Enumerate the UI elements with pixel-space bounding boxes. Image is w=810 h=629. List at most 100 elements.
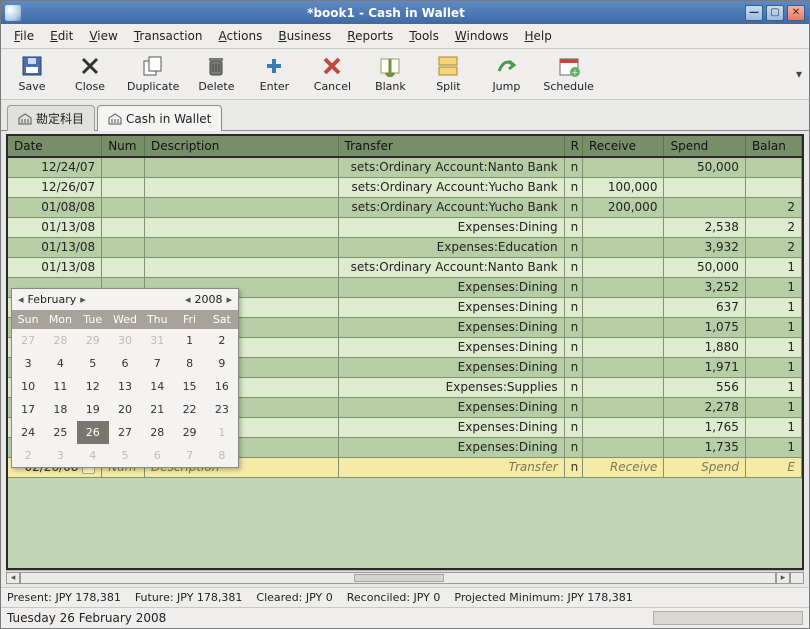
cell-balance[interactable]: 1 <box>745 377 801 397</box>
cell-receive[interactable] <box>582 437 663 457</box>
menu-transaction[interactable]: Transaction <box>127 27 210 45</box>
menu-help[interactable]: Help <box>517 27 558 45</box>
calendar-day[interactable]: 27 <box>12 329 44 352</box>
cell-spend[interactable]: 50,000 <box>664 257 745 277</box>
calendar-day[interactable]: 1 <box>206 421 238 444</box>
cell-spend[interactable]: 3,252 <box>664 277 745 297</box>
cell-num[interactable] <box>102 197 145 217</box>
cell-desc[interactable] <box>144 197 338 217</box>
menu-view[interactable]: View <box>82 27 124 45</box>
cell-transfer[interactable]: Expenses:Supplies <box>338 377 564 397</box>
calendar-day[interactable]: 23 <box>206 398 238 421</box>
split-button[interactable]: Split <box>419 51 477 97</box>
blank-button[interactable]: Blank <box>361 51 419 97</box>
col-receive[interactable]: Receive <box>582 136 663 157</box>
cell-receive[interactable] <box>582 337 663 357</box>
cell-receive[interactable] <box>582 377 663 397</box>
calendar-day[interactable]: 22 <box>173 398 205 421</box>
menu-tools[interactable]: Tools <box>402 27 446 45</box>
cell-num[interactable] <box>102 257 145 277</box>
menu-windows[interactable]: Windows <box>448 27 516 45</box>
enter-button[interactable]: Enter <box>245 51 303 97</box>
prev-year-button[interactable]: ◂ <box>185 293 191 306</box>
scroll-left-button[interactable]: ◂ <box>6 572 20 584</box>
calendar-day[interactable]: 5 <box>109 444 141 467</box>
cell-balance[interactable]: 1 <box>745 297 801 317</box>
save-button[interactable]: Save <box>3 51 61 97</box>
calendar-day[interactable]: 7 <box>173 444 205 467</box>
cell-spend[interactable]: 1,765 <box>664 417 745 437</box>
cell-r[interactable]: n <box>564 277 582 297</box>
calendar-day[interactable]: 24 <box>12 421 44 444</box>
cell-num[interactable] <box>102 237 145 257</box>
cell-r[interactable]: n <box>564 397 582 417</box>
cell-spend[interactable]: 556 <box>664 377 745 397</box>
next-month-button[interactable]: ▸ <box>80 293 86 306</box>
cell-r[interactable]: n <box>564 257 582 277</box>
jump-button[interactable]: Jump <box>477 51 535 97</box>
toolbar-overflow[interactable]: ▾ <box>791 67 807 81</box>
entry-r[interactable]: n <box>564 457 582 477</box>
cell-receive[interactable] <box>582 237 663 257</box>
cell-r[interactable]: n <box>564 217 582 237</box>
calendar-day[interactable]: 30 <box>109 329 141 352</box>
cell-receive[interactable] <box>582 157 663 177</box>
cell-balance[interactable] <box>745 157 801 177</box>
cell-receive[interactable]: 200,000 <box>582 197 663 217</box>
cell-r[interactable]: n <box>564 377 582 397</box>
calendar-day[interactable]: 26 <box>77 421 109 444</box>
cell-receive[interactable] <box>582 357 663 377</box>
calendar-day[interactable]: 15 <box>173 375 205 398</box>
menu-actions[interactable]: Actions <box>212 27 270 45</box>
cell-r[interactable]: n <box>564 337 582 357</box>
cell-desc[interactable] <box>144 237 338 257</box>
cell-desc[interactable] <box>144 257 338 277</box>
cell-date[interactable]: 01/13/08 <box>8 257 102 277</box>
entry-balance[interactable]: E <box>745 457 801 477</box>
calendar-day[interactable]: 2 <box>206 329 238 352</box>
col-reconciled[interactable]: R <box>564 136 582 157</box>
cell-date[interactable]: 01/08/08 <box>8 197 102 217</box>
tab-cash-in-wallet[interactable]: Cash in Wallet <box>97 105 222 131</box>
cell-transfer[interactable]: Expenses:Dining <box>338 297 564 317</box>
cell-receive[interactable] <box>582 277 663 297</box>
cell-receive[interactable] <box>582 417 663 437</box>
table-row[interactable]: 01/13/08Expenses:Diningn2,5382 <box>8 217 802 237</box>
calendar-day[interactable]: 11 <box>44 375 76 398</box>
calendar-day[interactable]: 25 <box>44 421 76 444</box>
calendar-day[interactable]: 31 <box>141 329 173 352</box>
cell-receive[interactable] <box>582 217 663 237</box>
cell-r[interactable]: n <box>564 197 582 217</box>
cell-receive[interactable] <box>582 397 663 417</box>
cell-r[interactable]: n <box>564 177 582 197</box>
calendar-day[interactable]: 6 <box>109 352 141 375</box>
cell-spend[interactable]: 3,932 <box>664 237 745 257</box>
cell-receive[interactable] <box>582 317 663 337</box>
scroll-track[interactable] <box>20 572 776 584</box>
scroll-right-button[interactable]: ▸ <box>776 572 790 584</box>
cell-balance[interactable] <box>745 177 801 197</box>
calendar-day[interactable]: 10 <box>12 375 44 398</box>
cell-r[interactable]: n <box>564 437 582 457</box>
calendar-year[interactable]: 2008 <box>194 293 222 306</box>
menu-file[interactable]: File <box>7 27 41 45</box>
cell-balance[interactable]: 1 <box>745 277 801 297</box>
calendar-day[interactable]: 3 <box>44 444 76 467</box>
col-date[interactable]: Date <box>8 136 102 157</box>
table-row[interactable]: 01/13/08Expenses:Educationn3,9322 <box>8 237 802 257</box>
calendar-day[interactable]: 4 <box>44 352 76 375</box>
cell-receive[interactable] <box>582 257 663 277</box>
window-minimize-button[interactable]: — <box>745 5 763 21</box>
cell-spend[interactable]: 1,075 <box>664 317 745 337</box>
calendar-day[interactable]: 17 <box>12 398 44 421</box>
table-row[interactable]: 12/24/07sets:Ordinary Account:Nanto Bank… <box>8 157 802 177</box>
entry-receive[interactable]: Receive <box>582 457 663 477</box>
calendar-day[interactable]: 8 <box>173 352 205 375</box>
calendar-day[interactable]: 14 <box>141 375 173 398</box>
table-row[interactable]: 01/13/08sets:Ordinary Account:Nanto Bank… <box>8 257 802 277</box>
cell-spend[interactable]: 637 <box>664 297 745 317</box>
duplicate-button[interactable]: Duplicate <box>119 51 187 97</box>
delete-button[interactable]: Delete <box>187 51 245 97</box>
calendar-day[interactable]: 6 <box>141 444 173 467</box>
cell-transfer[interactable]: Expenses:Dining <box>338 337 564 357</box>
